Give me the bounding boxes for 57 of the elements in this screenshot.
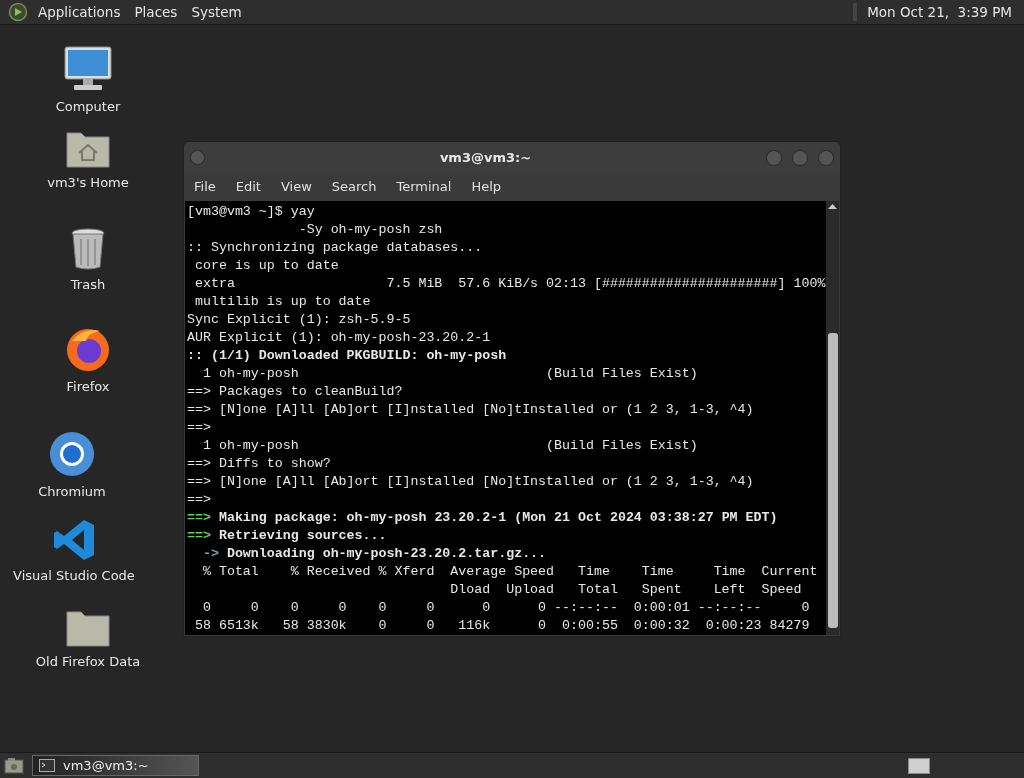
- desktop-icon-label[interactable]: Firefox: [66, 377, 110, 397]
- show-desktop-icon[interactable]: [4, 756, 24, 775]
- desktop-icon-label[interactable]: Trash: [70, 275, 106, 295]
- terminal-line: ==> Diffs to show?: [187, 456, 331, 471]
- panel-menu[interactable]: Applications: [38, 1, 121, 23]
- terminal-line: :: (1/1) Downloaded PKGBUILD: oh-my-posh: [187, 348, 507, 363]
- globe-icon[interactable]: [48, 430, 96, 478]
- desktop-icon-label[interactable]: Old Firefox Data: [35, 652, 141, 672]
- menu-item[interactable]: View: [280, 177, 312, 197]
- terminal-line: ==>: [187, 420, 211, 435]
- terminal-line: :: Synchronizing package databases...: [187, 240, 483, 255]
- terminal-line: Making package: oh-my-posh 23.20.2-1 (Mon 21 Oct 2024 03:38:27 PM EDT): [217, 510, 778, 525]
- terminal-line: [vm3@vm3 ~]$ yay: [187, 204, 315, 219]
- terminal-icon: [39, 759, 55, 772]
- terminal-line: multilib is up to date: [193, 294, 371, 309]
- terminal-line: extra 7.5 MiB 57.6 KiB/s 02:13 [######################] 100%: [193, 276, 826, 291]
- workspace-switcher[interactable]: [908, 757, 930, 774]
- desktop-icon-label[interactable]: vm3's Home: [47, 173, 129, 193]
- terminal-line: 58 6513k 58 3830k 0 0 116k 0 0:00:55 0:00:32 0:00:23 84279: [193, 618, 810, 633]
- window-title: vm3@vm3:~: [438, 148, 533, 167]
- scroll-up-icon[interactable]: [828, 203, 837, 210]
- menu-item[interactable]: File: [194, 177, 216, 197]
- scrollbar-thumb[interactable]: [827, 333, 838, 628]
- panel-menu[interactable]: System: [191, 1, 242, 23]
- terminal-line: Dload Upload Total Spent Left Speed: [449, 582, 802, 597]
- terminal-line: ==> [N]one [A]ll [Ab]ort [I]nstalled [No]tInstalled or (1 2 3, 1-3, ^4): [187, 402, 754, 417]
- scrollbar[interactable]: [826, 201, 839, 635]
- terminal-line: Retrieving sources...: [217, 528, 387, 543]
- prompt-marker: ==>: [187, 528, 211, 543]
- terminal-line: 1 oh-my-posh (Build Files Exist): [201, 366, 698, 381]
- menu-item[interactable]: Search: [331, 177, 377, 197]
- prompt-marker: ==>: [187, 510, 211, 525]
- terminal-line: 0 0 0 0 0 0 0 0 --:--:-- 0:00:01 --:--:-- 0: [201, 600, 810, 615]
- trash-icon[interactable]: [69, 227, 107, 271]
- clock[interactable]: Mon Oct 21, 3:39 PM: [867, 1, 1016, 23]
- terminal-line: ==> Packages to cleanBuild?: [187, 384, 403, 399]
- menu-item[interactable]: Help: [471, 177, 502, 197]
- monitor-icon[interactable]: [63, 45, 113, 93]
- terminal-line: core is up to date: [193, 258, 339, 273]
- menu-logo-icon[interactable]: [8, 2, 28, 22]
- terminal-line: Downloading oh-my-posh-23.20.2.tar.gz...: [225, 546, 547, 561]
- desktop-icon-label[interactable]: Visual Studio Code: [13, 566, 135, 586]
- terminal-line: % Total % Received % Xferd Average Speed Time Time Time Current: [201, 564, 818, 579]
- menu-item[interactable]: Edit: [235, 177, 261, 197]
- terminal-line: ==> [N]one [A]ll [Ab]ort [I]nstalled [No]tInstalled or (1 2 3, 1-3, ^4): [187, 474, 754, 489]
- desktop-icon-label[interactable]: Chromium: [38, 482, 106, 502]
- code-editor-icon[interactable]: [52, 518, 96, 562]
- terminal-line: Sync Explicit (1): zsh-5.9-5: [187, 312, 411, 327]
- menu-item[interactable]: Terminal: [396, 177, 452, 197]
- taskbar-button[interactable]: vm3@vm3:~: [32, 755, 199, 776]
- terminal-line: AUR Explicit (1): oh-my-posh-23.20.2-1: [187, 330, 491, 345]
- desktop-icon-label[interactable]: Computer: [55, 97, 121, 117]
- terminal-line: 1 oh-my-posh (Build Files Exist): [201, 438, 698, 453]
- terminal-line: -Sy oh-my-posh zsh: [297, 222, 443, 237]
- terminal-line: ==>: [187, 492, 211, 507]
- panel-menu[interactable]: Places: [134, 1, 178, 23]
- prompt-marker: ->: [201, 546, 219, 561]
